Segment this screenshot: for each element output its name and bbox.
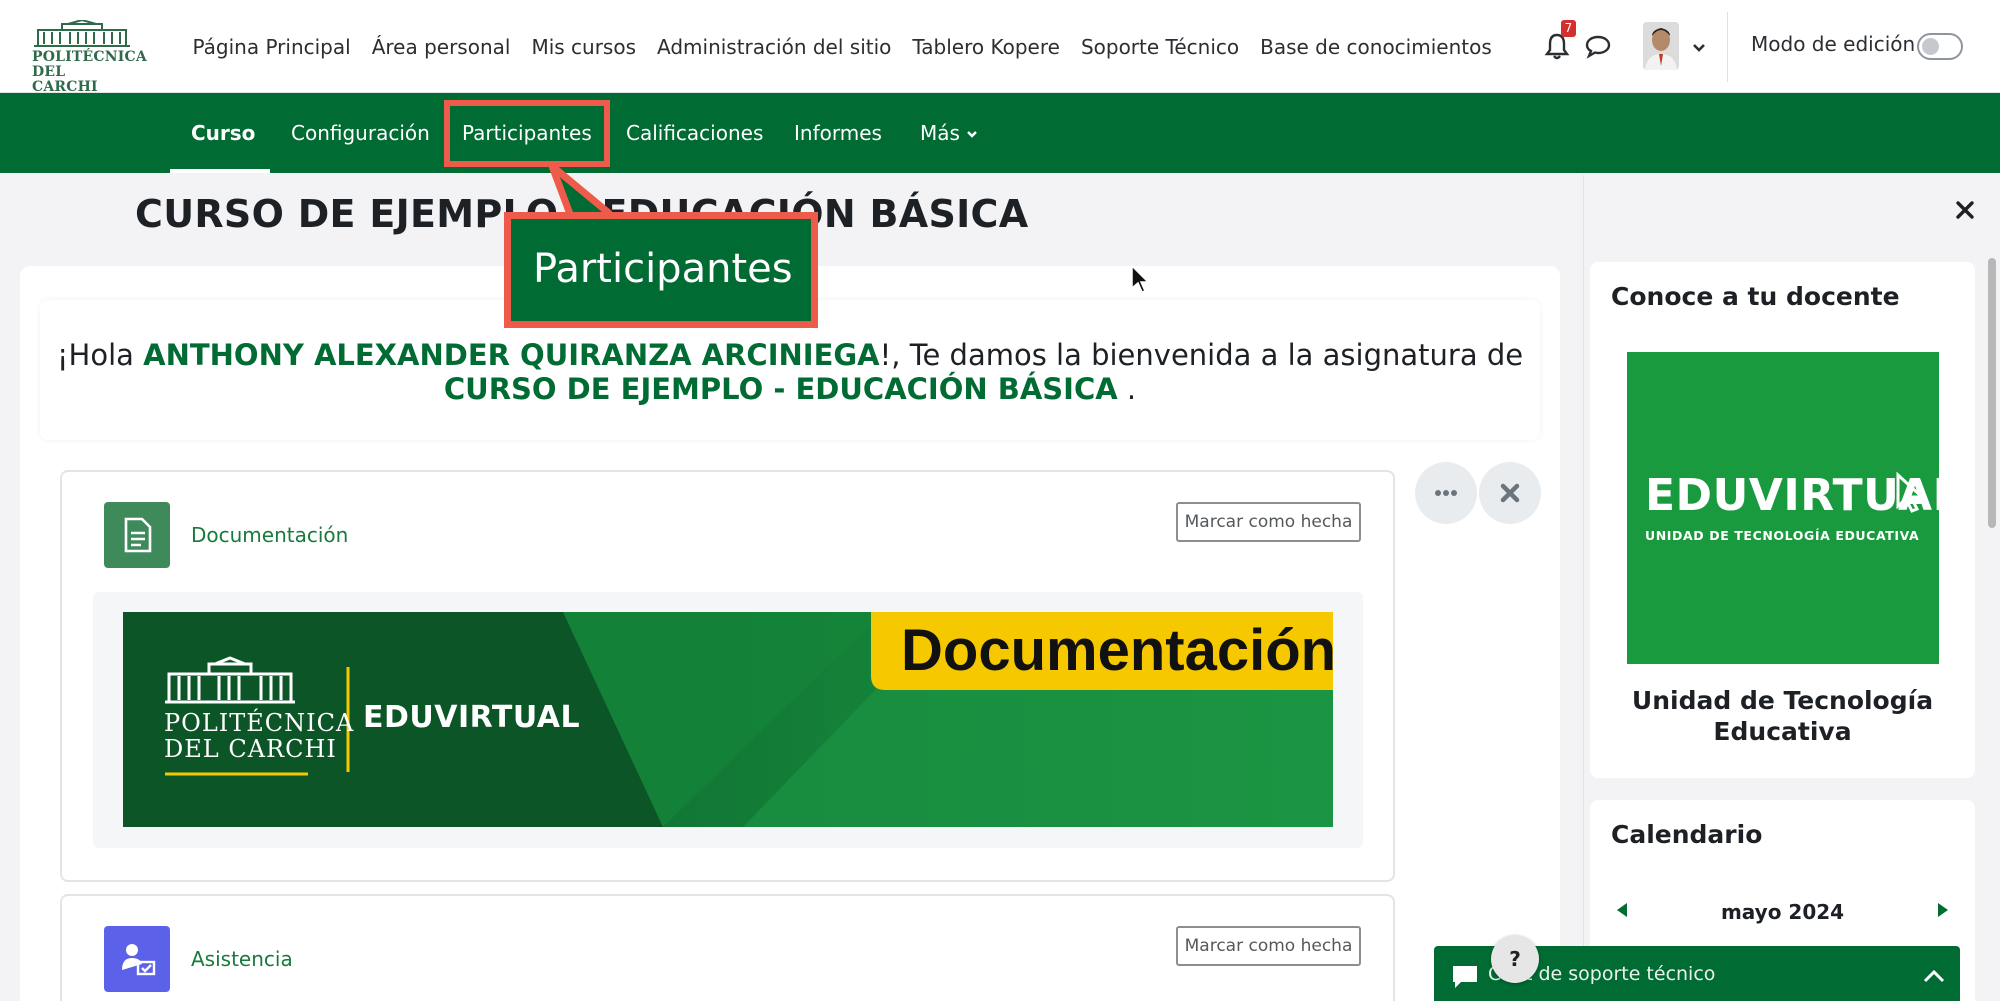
nav-soporte-tecnico[interactable]: Soporte Técnico [1081, 35, 1239, 59]
edit-mode-toggle[interactable] [1917, 33, 1963, 60]
banner-logo-line-2: DEL CARCHI [164, 735, 337, 763]
banner-brand: EDUVIRTUAL [363, 700, 581, 735]
highlight-box [444, 100, 610, 167]
tab-curso[interactable]: Curso [191, 93, 255, 173]
welcome-suffix: . [1117, 372, 1137, 406]
teacher-brand-sub: UNIDAD DE TECNOLOGÍA EDUCATIVA [1645, 528, 1920, 543]
help-button[interactable]: ? [1491, 935, 1539, 983]
close-button[interactable] [1479, 462, 1541, 524]
divider [1727, 12, 1728, 82]
mark-done-button[interactable]: Marcar como hecha [1176, 502, 1361, 542]
welcome-course-name: CURSO DE EJEMPLO - EDUCACIÓN BÁSICA [443, 372, 1118, 406]
attendance-glyph-icon [122, 944, 156, 976]
tab-informes[interactable]: Informes [794, 93, 882, 173]
banner-title: Documentación [901, 618, 1333, 683]
file-icon [104, 502, 170, 568]
mark-done-button[interactable]: Marcar como hecha [1176, 926, 1361, 966]
callout-tooltip: Participantes [504, 212, 818, 328]
course-secondary-nav: Curso Configuración Participantes Califi… [0, 93, 2000, 173]
welcome-prefix: ¡Hola [56, 338, 144, 372]
nav-base-conocimientos[interactable]: Base de conocimientos [1260, 35, 1492, 59]
logo-line-1: POLITÉCNICA [32, 49, 147, 65]
activity-link-documentacion[interactable]: Documentación [191, 523, 348, 547]
banner-logo-line-1: POLITÉCNICA [164, 709, 355, 737]
message-icon[interactable] [1584, 33, 1612, 59]
building-logo-icon [34, 18, 130, 47]
drawer-scrollbar[interactable] [1988, 258, 1996, 528]
close-icon [1500, 483, 1520, 503]
tab-mas[interactable]: Más [920, 93, 978, 173]
calendar-next-icon[interactable] [1936, 902, 1950, 918]
active-tab-indicator [170, 169, 270, 173]
user-photo-icon [1643, 22, 1679, 70]
nav-area-personal[interactable]: Área personal [372, 35, 511, 59]
tab-calificaciones[interactable]: Calificaciones [626, 93, 763, 173]
calendar-block-title: Calendario [1611, 820, 1763, 849]
calendar-month: mayo 2024 [1720, 900, 1845, 924]
logo-text: POLITÉCNICA DEL CARCHI [32, 49, 147, 95]
logo-line-2: DEL CARCHI [32, 64, 98, 95]
nav-pagina-principal[interactable]: Página Principal [193, 35, 351, 59]
tab-configuracion[interactable]: Configuración [291, 93, 430, 173]
user-avatar[interactable] [1643, 22, 1679, 70]
toggle-knob [1922, 38, 1939, 55]
cursor-logo-icon [1896, 472, 1925, 513]
top-navbar: POLITÉCNICA DEL CARCHI Página Principal … [0, 0, 2000, 95]
nav-tablero-kopere[interactable]: Tablero Kopere [912, 35, 1060, 59]
teacher-block-title: Conoce a tu docente [1611, 282, 1900, 311]
documentacion-banner[interactable]: POLITÉCNICA DEL CARCHI EDUVIRTUAL Docume… [123, 612, 1333, 827]
teacher-image: EDUVIRTUAL UNIDAD DE TECNOLOGÍA EDUCATIV… [1627, 352, 1961, 664]
activity-link-asistencia[interactable]: Asistencia [191, 947, 293, 971]
welcome-middle: !, Te damos la bienvenida a la asignatur… [879, 338, 1524, 372]
chevron-up-icon[interactable] [1922, 966, 1946, 986]
mouse-cursor-icon [1131, 264, 1150, 293]
close-drawer-icon[interactable] [1955, 200, 1975, 220]
attendance-icon [104, 926, 170, 992]
chevron-down-icon[interactable] [1690, 38, 1708, 56]
notification-badge: 7 [1561, 20, 1576, 37]
welcome-user-name: ANTHONY ALEXANDER QUIRANZA ARCINIEGA [143, 338, 880, 372]
tab-mas-label: Más [920, 121, 960, 145]
site-logo[interactable]: POLITÉCNICA DEL CARCHI [32, 18, 147, 95]
banner-logo-text: POLITÉCNICA DEL CARCHI [164, 710, 354, 762]
ellipsis-icon [1435, 490, 1457, 496]
document-glyph-icon [124, 517, 152, 553]
teacher-name: Unidad de Tecnología Educativa [1631, 686, 1934, 746]
edit-mode-label: Modo de edición [1751, 32, 1916, 56]
primary-nav: Página Principal Área personal Mis curso… [182, 0, 1502, 93]
chat-bubble-icon [1453, 966, 1477, 988]
nav-mis-cursos[interactable]: Mis cursos [531, 35, 636, 59]
chevron-down-icon [967, 131, 977, 138]
more-actions-button[interactable] [1415, 462, 1477, 524]
nav-administracion[interactable]: Administración del sitio [657, 35, 891, 59]
